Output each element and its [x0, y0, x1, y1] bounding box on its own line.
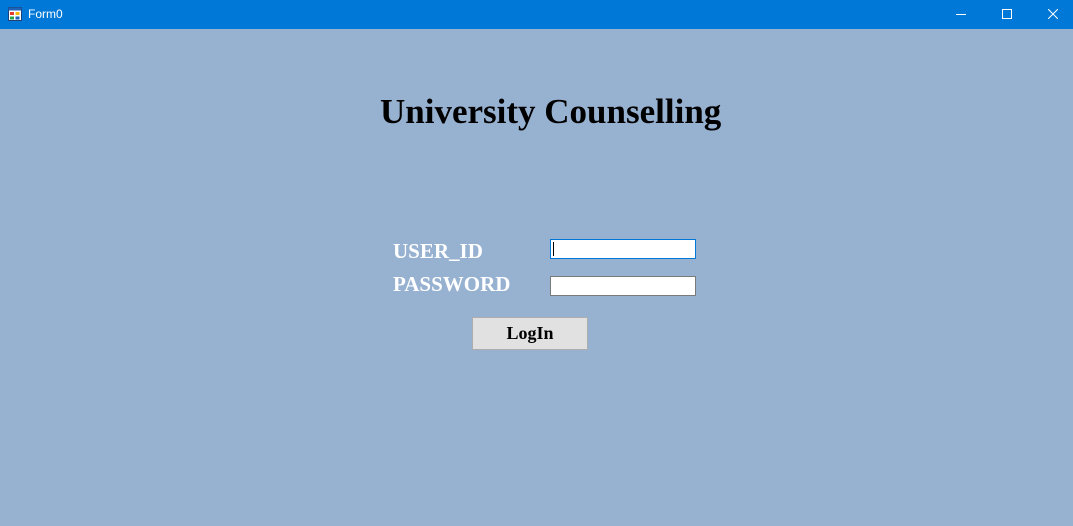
minimize-button[interactable] — [938, 0, 984, 29]
maximize-icon — [1002, 6, 1012, 24]
password-label: PASSWORD — [393, 272, 511, 296]
page-title: University Counselling — [380, 92, 722, 131]
close-button[interactable] — [1030, 0, 1073, 29]
minimize-icon — [956, 6, 966, 24]
text-caret — [553, 242, 554, 256]
password-input[interactable] — [550, 276, 696, 296]
user-id-label: USER_ID — [393, 239, 483, 263]
login-button[interactable]: LogIn — [472, 317, 588, 350]
form-client-area: University Counselling USER_ID PASSWORD … — [0, 29, 1073, 526]
form-icon[interactable] — [8, 7, 22, 21]
window-title: Form0 — [28, 7, 63, 21]
close-icon — [1047, 6, 1059, 24]
title-bar[interactable]: Form0 — [0, 0, 1073, 29]
maximize-button[interactable] — [984, 0, 1030, 29]
user-id-input[interactable] — [550, 239, 696, 259]
